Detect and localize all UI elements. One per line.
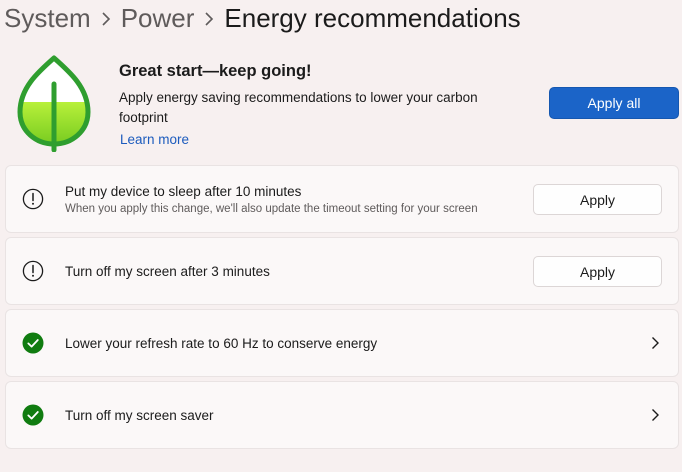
learn-more-link[interactable]: Learn more — [120, 132, 189, 147]
chevron-right-icon — [194, 0, 224, 36]
recommendation-title: Lower your refresh rate to 60 Hz to cons… — [65, 336, 378, 351]
warning-circle-icon — [22, 188, 44, 210]
breadcrumb-power[interactable]: Power — [121, 0, 195, 36]
apply-sleep-button[interactable]: Apply — [533, 184, 662, 215]
page-title: Energy recommendations — [224, 3, 521, 33]
chevron-right-icon — [91, 0, 121, 36]
chevron-right-icon[interactable] — [649, 408, 661, 422]
recommendation-card-screen-saver[interactable]: Turn off my screen saver — [5, 381, 679, 449]
breadcrumb: System Power Energy recommendations — [4, 0, 521, 36]
check-circle-icon — [22, 404, 44, 426]
recommendation-card-screen-off: Turn off my screen after 3 minutes Apply — [5, 237, 679, 305]
energy-recommendations-page: System Power Energy recommendations Grea… — [0, 0, 682, 472]
apply-screen-off-button[interactable]: Apply — [533, 256, 662, 287]
recommendation-title: Put my device to sleep after 10 minutes — [65, 184, 302, 199]
leaf-icon — [17, 55, 91, 152]
recommendation-title: Turn off my screen after 3 minutes — [65, 264, 270, 279]
chevron-right-icon[interactable] — [649, 336, 661, 350]
recommendation-card-sleep: Put my device to sleep after 10 minutes … — [5, 165, 679, 233]
warning-circle-icon — [22, 260, 44, 282]
check-circle-icon — [22, 332, 44, 354]
apply-all-button[interactable]: Apply all — [549, 87, 679, 119]
hero-description: Apply energy saving recommendations to l… — [119, 90, 478, 125]
hero-title: Great start—keep going! — [119, 62, 312, 80]
breadcrumb-system[interactable]: System — [4, 0, 91, 36]
recommendation-card-refresh-rate[interactable]: Lower your refresh rate to 60 Hz to cons… — [5, 309, 679, 377]
recommendation-title: Turn off my screen saver — [65, 408, 214, 423]
recommendation-subtitle: When you apply this change, we'll also u… — [65, 203, 478, 215]
